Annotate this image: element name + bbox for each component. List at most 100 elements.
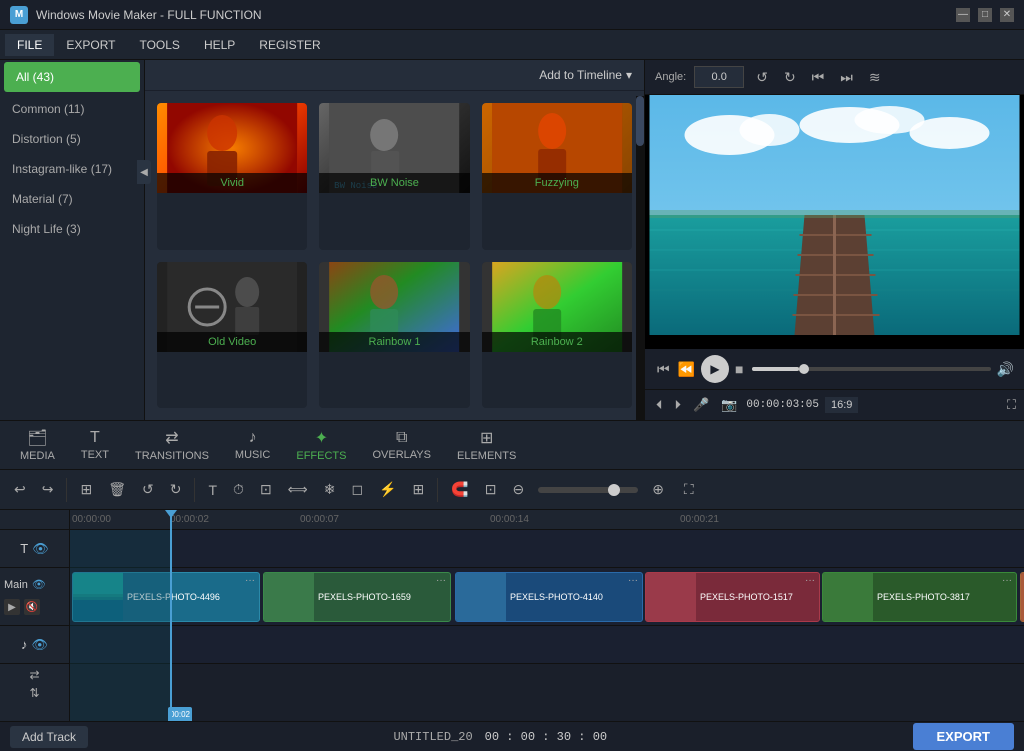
clip-menu-3[interactable]: ··· bbox=[628, 575, 638, 586]
clip-menu-1[interactable]: ··· bbox=[245, 575, 255, 586]
playback-bar: ⏮ ⏪ ▶ ■ 🔊 bbox=[645, 349, 1024, 389]
maximize-button[interactable]: □ bbox=[978, 8, 992, 22]
undo-btn[interactable]: ↩ bbox=[8, 477, 32, 502]
redo-btn[interactable]: ↪ bbox=[36, 477, 60, 502]
grid-btn[interactable]: ⊞ bbox=[407, 477, 431, 502]
track-down-arrow[interactable]: ⇅ bbox=[29, 686, 39, 700]
clip-pexels-3817[interactable]: PEXELS-PHOTO-3817 ··· bbox=[822, 572, 1017, 622]
music-icon: ♪ bbox=[249, 429, 257, 447]
clip-menu-2[interactable]: ··· bbox=[436, 575, 446, 586]
effect-fuzzying[interactable]: Fuzzying bbox=[482, 103, 632, 250]
add-to-timeline-btn[interactable]: Add to Timeline ▾ bbox=[539, 68, 632, 82]
effects-scrollbar[interactable] bbox=[636, 96, 644, 420]
angle-input[interactable] bbox=[694, 66, 744, 88]
prev-frame-btn[interactable]: ⏮ bbox=[808, 67, 829, 88]
tab-effects[interactable]: ✦ EFFECTS bbox=[284, 424, 358, 466]
rotate-ccw-btn[interactable]: ↺ bbox=[752, 67, 772, 88]
filter-material[interactable]: Material (7) bbox=[0, 184, 144, 214]
crop-btn2[interactable]: ⊡ bbox=[254, 477, 278, 502]
filter-nightlife[interactable]: Night Life (3) bbox=[0, 214, 144, 244]
text-track-eye[interactable]: 👁 bbox=[32, 541, 49, 557]
app-icon: M bbox=[10, 6, 28, 24]
fullscreen-timeline-btn[interactable]: ⛶ bbox=[678, 477, 700, 502]
delete-btn[interactable]: 🗑 bbox=[102, 477, 132, 502]
skip-back-btn[interactable]: ⏮ bbox=[655, 359, 672, 380]
effect-vivid[interactable]: Vivid bbox=[157, 103, 307, 250]
filter-distortion[interactable]: Distortion (5) bbox=[0, 124, 144, 154]
main-track-vol-btn[interactable]: ▶ bbox=[4, 599, 20, 615]
menu-tools[interactable]: TOOLS bbox=[127, 34, 191, 56]
tab-elements[interactable]: ⊞ ELEMENTS bbox=[445, 424, 528, 466]
effect-oldvideo[interactable]: Old Video bbox=[157, 262, 307, 409]
split-btn[interactable]: ⚡ bbox=[373, 477, 402, 502]
snap-btn[interactable]: 🧲 bbox=[445, 477, 474, 502]
tab-text[interactable]: T TEXT bbox=[69, 425, 121, 465]
tab-overlays[interactable]: ⧉ OVERLAYS bbox=[361, 425, 444, 465]
status-bar: Add Track UNTITLED_20 00 : 00 : 30 : 00 … bbox=[0, 721, 1024, 751]
play-btn[interactable]: ▶ bbox=[701, 355, 729, 383]
clip-extra[interactable] bbox=[1020, 572, 1024, 622]
zoom-plus-btn[interactable]: ⊕ bbox=[646, 477, 670, 502]
fit-btn[interactable]: ◻ bbox=[345, 477, 369, 502]
progress-bar[interactable] bbox=[752, 367, 991, 371]
main-layout: All (43) Common (11) Distortion (5) Inst… bbox=[0, 60, 1024, 721]
clip-pexels-1517[interactable]: PEXELS-PHOTO-1517 ··· bbox=[645, 572, 820, 622]
clip-menu-5[interactable]: ··· bbox=[1002, 575, 1012, 586]
main-track-eye[interactable]: 👁 bbox=[32, 578, 46, 591]
title-bar: M Windows Movie Maker - FULL FUNCTION — … bbox=[0, 0, 1024, 30]
toolbar: 🗂 MEDIA T TEXT ⇄ TRANSITIONS ♪ MUSIC ✦ E… bbox=[0, 420, 1024, 470]
zoom-slider-thumb bbox=[608, 484, 620, 496]
preview-controls-top: Angle: ↺ ↻ ⏮ ⏭ ≋ bbox=[645, 60, 1024, 95]
menu-help[interactable]: HELP bbox=[192, 34, 247, 56]
clip-menu-4[interactable]: ··· bbox=[805, 575, 815, 586]
fullscreen-btn[interactable]: ⛶ bbox=[1007, 397, 1016, 413]
track-up-arrow[interactable]: ⇄ bbox=[29, 668, 39, 682]
title-bar-left: M Windows Movie Maker - FULL FUNCTION bbox=[10, 6, 262, 24]
prev-clip-icon[interactable]: ⏴ bbox=[653, 394, 666, 416]
prev-btn[interactable]: ⏪ bbox=[676, 359, 697, 380]
menu-register[interactable]: REGISTER bbox=[247, 34, 332, 56]
zoom-slider[interactable] bbox=[538, 487, 638, 493]
volume-icon[interactable]: 🔊 bbox=[997, 361, 1014, 378]
lock-btn[interactable]: ⊡ bbox=[479, 477, 503, 502]
sep-1 bbox=[66, 478, 67, 502]
music-track-eye[interactable]: 👁 bbox=[31, 637, 48, 653]
add-track-button[interactable]: Add Track bbox=[10, 726, 88, 748]
clip-pexels-1659[interactable]: PEXELS-PHOTO-1659 ··· bbox=[263, 572, 451, 622]
rotate-cw-btn[interactable]: ↻ bbox=[780, 67, 800, 88]
minimize-button[interactable]: — bbox=[956, 8, 970, 22]
effect-bwnoise[interactable]: BW Noise BW Noise bbox=[319, 103, 469, 250]
clip-pexels-4140[interactable]: PEXELS-PHOTO-4140 ··· bbox=[455, 572, 643, 622]
time-display: 00:00:03:05 bbox=[746, 399, 819, 411]
collapse-panel-btn[interactable]: ◀ bbox=[137, 160, 151, 184]
next-frame-btn[interactable]: ⏭ bbox=[836, 67, 857, 88]
filter-all[interactable]: All (43) bbox=[4, 62, 140, 92]
rotate-right-btn[interactable]: ↻ bbox=[164, 477, 188, 502]
tab-media[interactable]: 🗂 MEDIA bbox=[8, 424, 67, 466]
menu-file[interactable]: FILE bbox=[5, 34, 54, 56]
close-button[interactable]: ✕ bbox=[1000, 8, 1014, 22]
filter-instagram[interactable]: Instagram-like (17) bbox=[0, 154, 144, 184]
camera-icon[interactable]: 📷 bbox=[718, 394, 740, 416]
rotate-left-btn[interactable]: ↺ bbox=[136, 477, 160, 502]
freeze-btn[interactable]: ❄ bbox=[318, 477, 342, 502]
mic-icon[interactable]: 🎤 bbox=[690, 394, 712, 416]
move-btn[interactable]: ⟺ bbox=[282, 477, 314, 502]
zoom-minus-btn[interactable]: ⊖ bbox=[506, 477, 530, 502]
main-track-mute-btn[interactable]: 🔇 bbox=[24, 599, 40, 615]
next-clip-icon[interactable]: ⏵ bbox=[672, 394, 685, 416]
effect-rainbow2[interactable]: Rainbow 2 bbox=[482, 262, 632, 409]
filter-common[interactable]: Common (11) bbox=[0, 94, 144, 124]
text-btn[interactable]: T bbox=[202, 478, 223, 502]
clip-pexels-4496[interactable]: PEXELS-PHOTO-4496 ··· bbox=[72, 572, 260, 622]
audio-settings-btn[interactable]: ≋ bbox=[865, 67, 885, 88]
tab-music[interactable]: ♪ MUSIC bbox=[223, 425, 282, 465]
menu-export[interactable]: EXPORT bbox=[54, 34, 127, 56]
effect-rainbow1-thumb: Rainbow 1 bbox=[319, 262, 469, 352]
settings-btn[interactable]: ⊞ bbox=[74, 477, 98, 502]
clock-btn[interactable]: ⏱ bbox=[227, 477, 250, 502]
effect-rainbow1[interactable]: Rainbow 1 bbox=[319, 262, 469, 409]
stop-btn[interactable]: ■ bbox=[733, 359, 745, 379]
export-button[interactable]: EXPORT bbox=[913, 723, 1014, 750]
tab-transitions[interactable]: ⇄ TRANSITIONS bbox=[123, 424, 221, 466]
